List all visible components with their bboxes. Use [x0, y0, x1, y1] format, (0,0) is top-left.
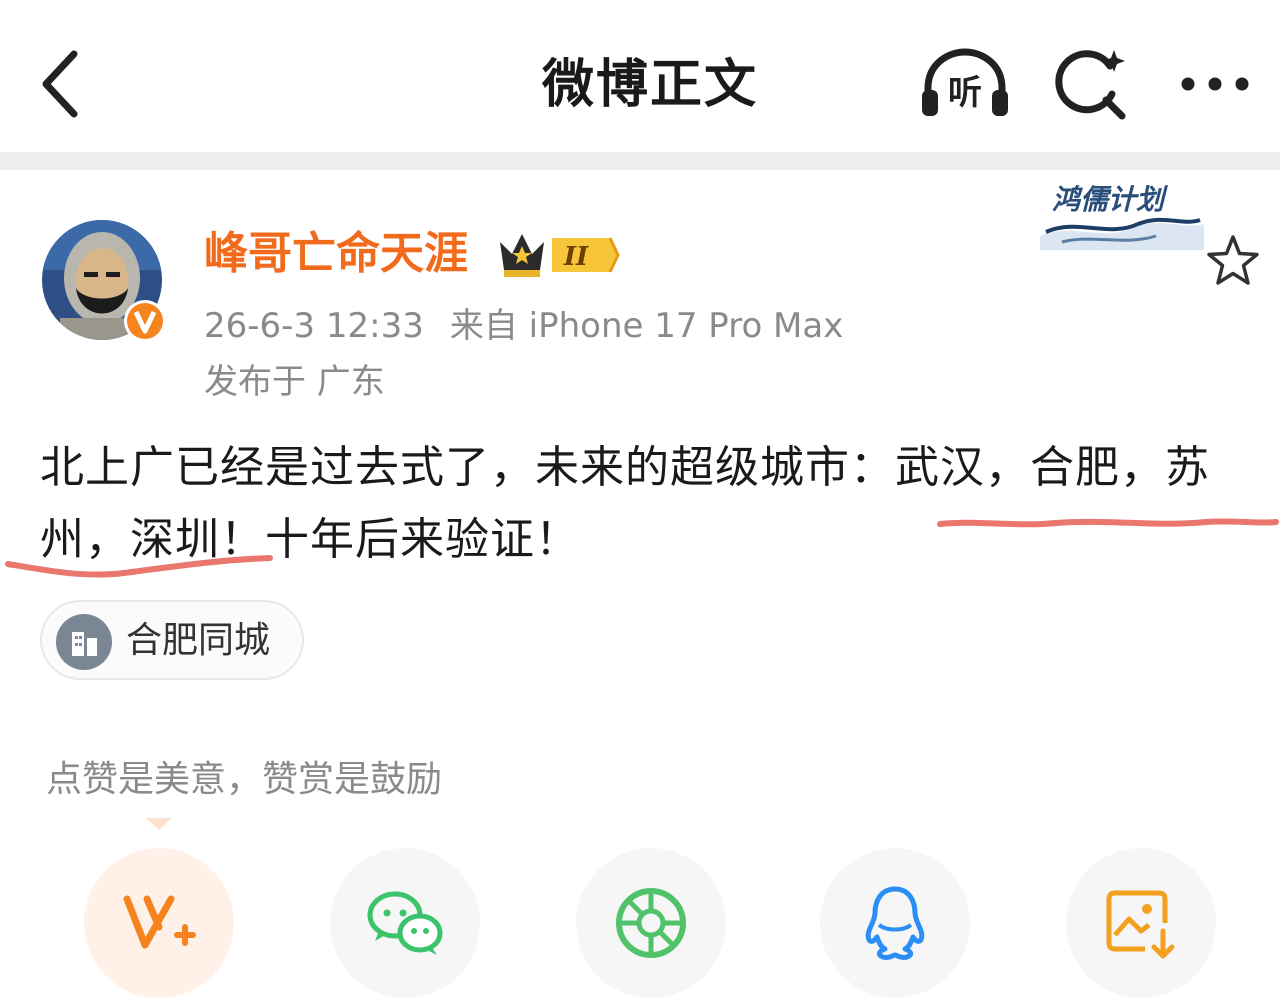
- share-wechat-button[interactable]: [330, 848, 480, 998]
- favorite-button[interactable]: [1204, 232, 1262, 290]
- post-source: 来自 iPhone 17 Pro Max: [449, 306, 844, 346]
- search-sparkle-icon: [1055, 50, 1126, 120]
- more-options-button[interactable]: [1174, 58, 1256, 110]
- highlight-underline-2: [5, 555, 273, 578]
- image-download-icon: [1106, 890, 1175, 959]
- topic-label: 合肥同城: [126, 620, 271, 661]
- highlight-underline-1: [937, 518, 1279, 528]
- share-qq-button[interactable]: [820, 848, 970, 998]
- qq-penguin-icon: [865, 886, 925, 961]
- vip-level-badge[interactable]: II: [496, 228, 620, 282]
- post-time: 26-6-3 12:33: [204, 306, 424, 346]
- listen-button[interactable]: 听: [918, 46, 1012, 122]
- city-building-icon: [56, 614, 112, 670]
- post-location: 发布于 广东: [204, 362, 385, 402]
- topic-chip[interactable]: 合肥同城: [40, 600, 304, 680]
- wechat-icon: [367, 891, 443, 955]
- campaign-badge[interactable]: 鸿儒计划: [1032, 170, 1208, 256]
- save-image-button[interactable]: [1066, 848, 1216, 998]
- vip-reward-icon: [123, 895, 196, 949]
- post-meta: 26-6-3 12:33 来自 iPhone 17 Pro Max: [204, 300, 869, 352]
- page-title: 微博正文: [541, 55, 758, 115]
- vip-level-text: II: [563, 242, 589, 272]
- search-button[interactable]: [1052, 46, 1132, 122]
- top-bar: 微博正文 听: [0, 0, 1280, 152]
- headphones-icon: 听: [922, 48, 1008, 116]
- verified-badge-icon: [122, 298, 168, 344]
- moments-aperture-icon: [616, 888, 686, 958]
- share-moments-button[interactable]: [576, 848, 726, 998]
- hint-pointer-icon: [146, 818, 172, 830]
- more-dots-icon: [1181, 77, 1249, 91]
- share-action-row: [0, 840, 1280, 1008]
- reward-hint: 点赞是美意，赞赏是鼓励: [46, 759, 443, 800]
- crown-badge-icon: II: [500, 234, 620, 277]
- reward-button[interactable]: [84, 848, 234, 998]
- chevron-left-icon: [42, 50, 78, 118]
- back-button[interactable]: [30, 44, 94, 124]
- campaign-badge-label: 鸿儒计划: [1052, 183, 1165, 216]
- star-outline-icon: [1207, 235, 1259, 285]
- author-name[interactable]: 峰哥亡命天涯: [204, 222, 468, 286]
- header-divider: [0, 152, 1280, 170]
- listen-label: 听: [948, 73, 982, 113]
- post-text-line-1: 北上广已经是过去式了，未来的超级城市：武汉，合肥，苏: [40, 442, 1210, 493]
